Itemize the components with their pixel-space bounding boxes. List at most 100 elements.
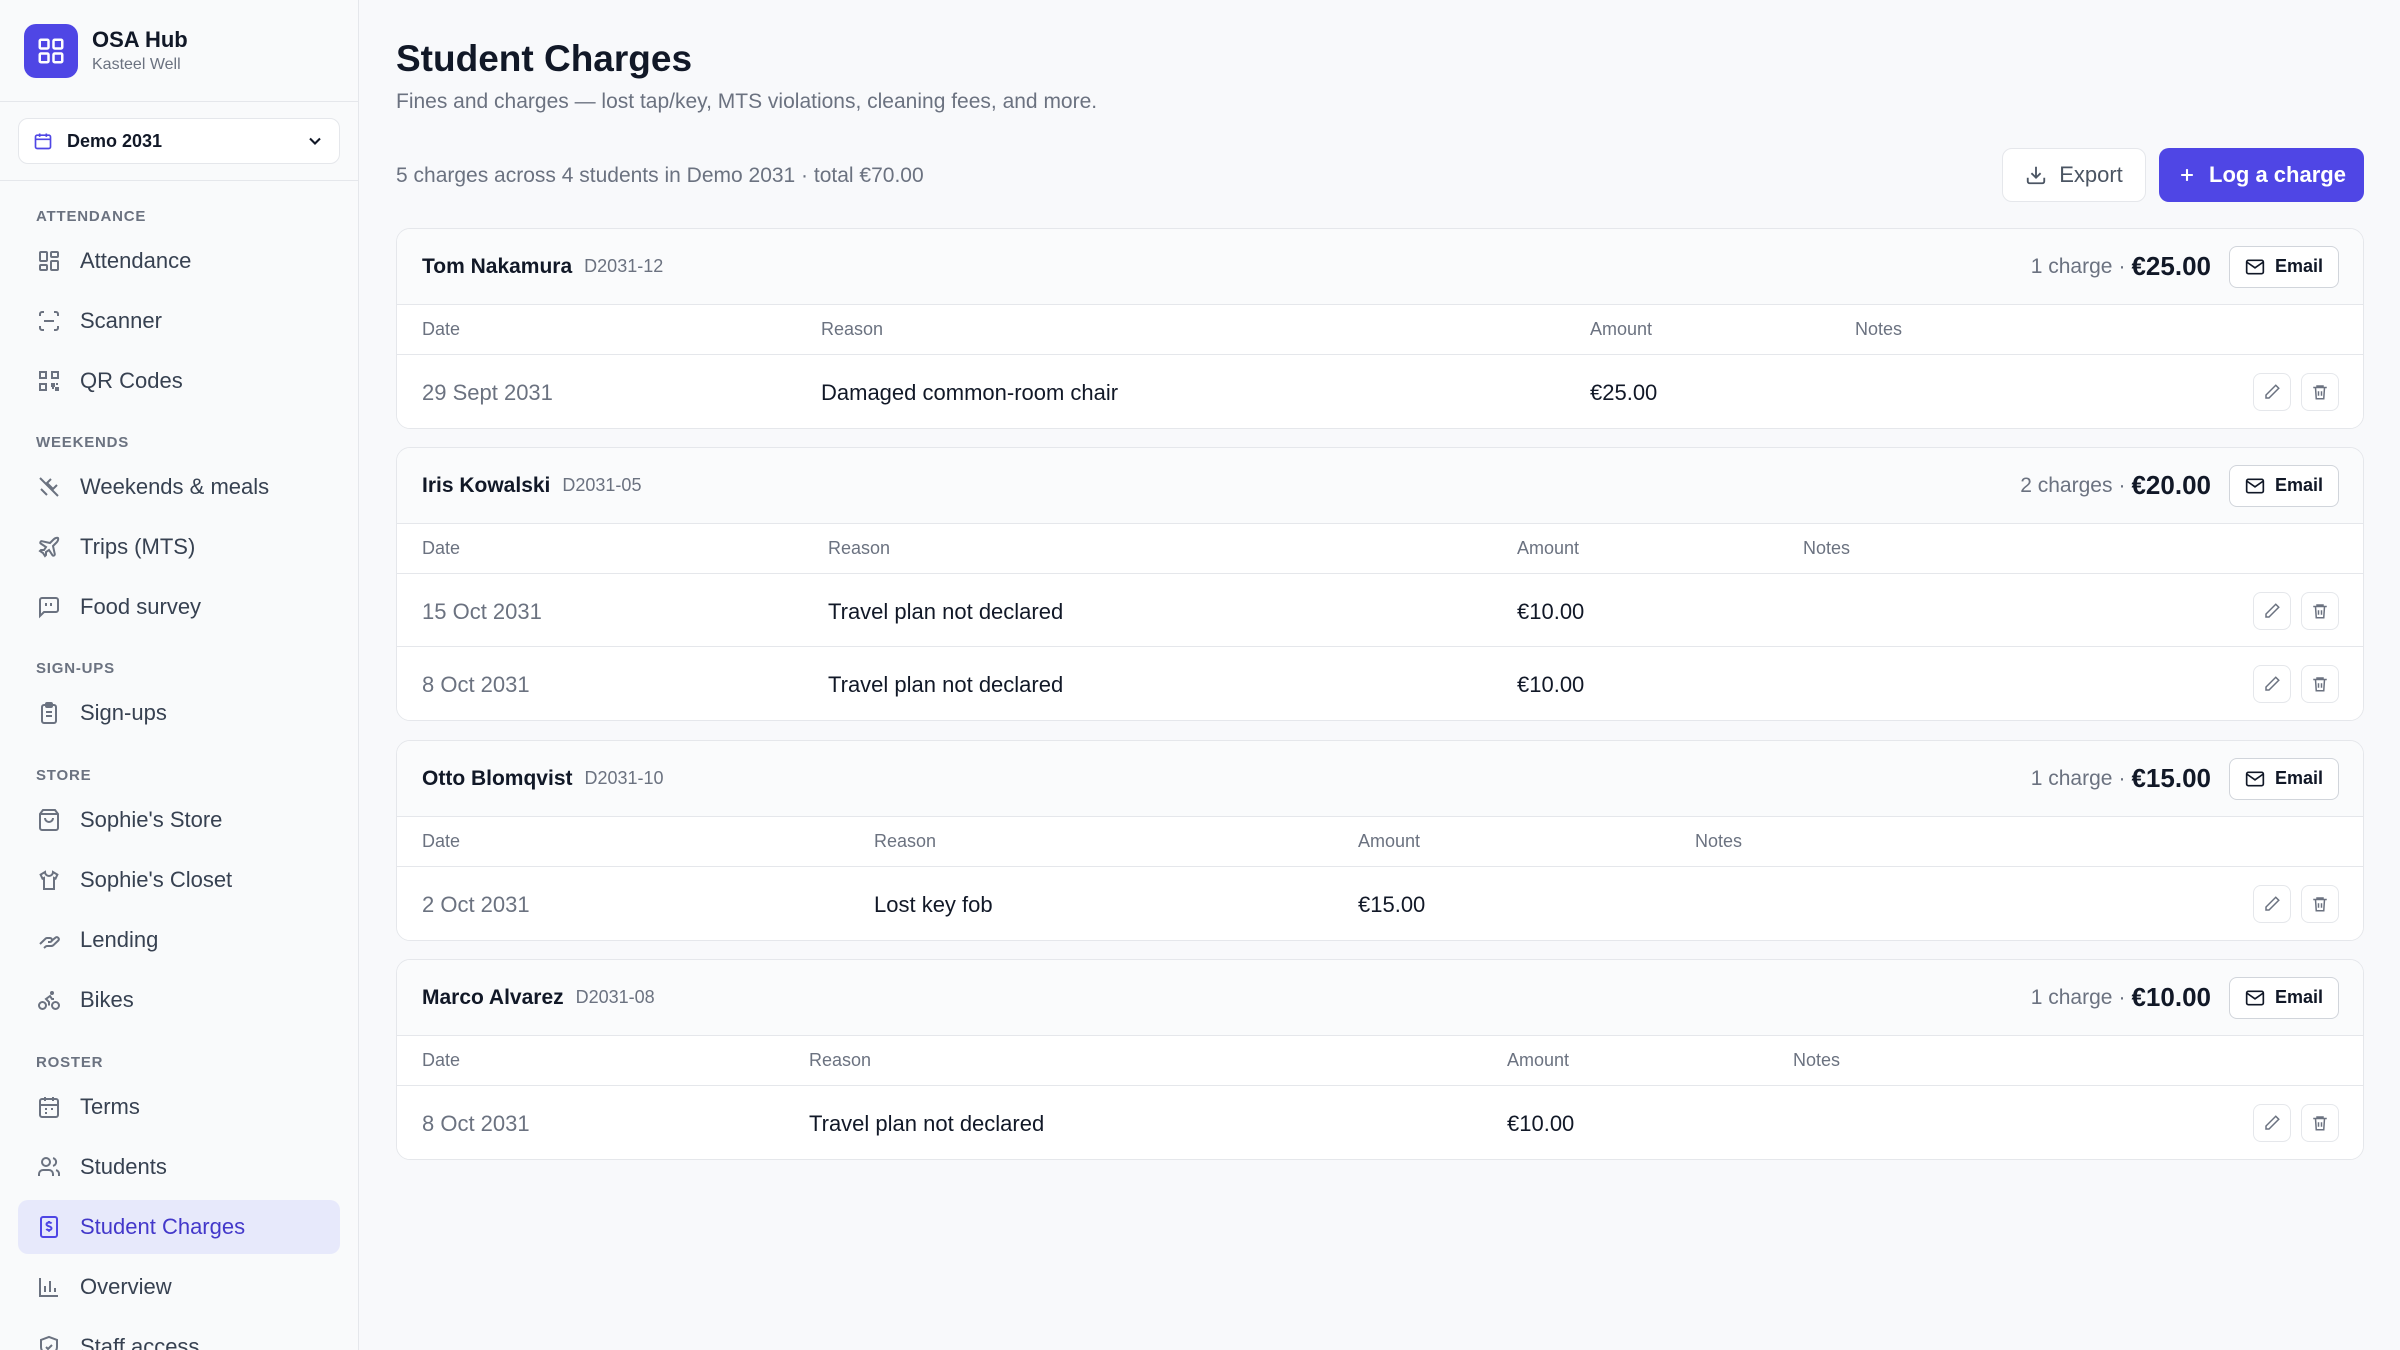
column-header-amount: Amount (1507, 1050, 1570, 1070)
student-charge-card: Otto Blomqvist D2031-10 1 charge · €15.0… (396, 740, 2364, 941)
delete-button[interactable] (2301, 1104, 2339, 1142)
nav-item-sophies-store[interactable]: Sophie's Store (18, 793, 340, 847)
column-header-notes: Notes (1803, 538, 1851, 558)
separator-dot: · (2118, 473, 2126, 497)
pencil-icon (2263, 383, 2281, 401)
column-header-date: Date (422, 831, 461, 851)
nav-item-students[interactable]: Students (18, 1140, 340, 1194)
student-charge-card: Tom Nakamura D2031-12 1 charge · €25.00 … (396, 228, 2364, 429)
delete-button[interactable] (2301, 665, 2339, 703)
shield-icon (36, 1334, 62, 1350)
nav-item-label: Weekends & meals (80, 474, 270, 499)
student-name: Iris Kowalski (422, 473, 551, 497)
edit-button[interactable] (2253, 373, 2291, 411)
nav-item-bikes[interactable]: Bikes (18, 973, 340, 1027)
email-button[interactable]: Email (2229, 976, 2339, 1019)
charge-amount: €15.00 (1358, 892, 1426, 917)
nav-section-roster: ROSTER (36, 1054, 104, 1071)
nav-item-label: QR Codes (80, 368, 183, 393)
pencil-icon (2263, 602, 2281, 620)
users-icon (36, 1154, 62, 1180)
edit-button[interactable] (2253, 592, 2291, 630)
charge-date: 8 Oct 2031 (422, 672, 530, 697)
charges-summary: 5 charges across 4 students in Demo 2031… (396, 164, 924, 187)
student-name: Marco Alvarez (422, 985, 564, 1009)
nav-item-label: Overview (80, 1274, 172, 1299)
nav-item-attendance[interactable]: Attendance (18, 234, 340, 288)
nav-item-trips[interactable]: Trips (MTS) (18, 520, 340, 574)
log-charge-button[interactable]: Log a charge (2159, 148, 2364, 202)
column-header-reason: Reason (821, 319, 884, 339)
nav-item-label: Trips (MTS) (80, 534, 196, 559)
column-header-notes: Notes (1793, 1050, 1841, 1070)
brand[interactable]: OSA Hub Kasteel Well (0, 0, 358, 102)
column-header-amount: Amount (1358, 831, 1421, 851)
nav-item-sign-ups[interactable]: Sign-ups (18, 686, 340, 740)
pencil-icon (2263, 1114, 2281, 1132)
charge-total: €15.00 (2131, 763, 2211, 793)
nav-item-label: Sophie's Closet (80, 867, 233, 892)
charge-amount: €10.00 (1517, 672, 1585, 697)
column-header-date: Date (422, 1050, 461, 1070)
nav-item-sophies-closet[interactable]: Sophie's Closet (18, 853, 340, 907)
delete-button[interactable] (2301, 373, 2339, 411)
qr-code-icon (36, 368, 62, 394)
log-charge-button-label: Log a charge (2209, 162, 2346, 187)
column-header-amount: Amount (1590, 319, 1653, 339)
charge-reason: Damaged common-room chair (821, 380, 1119, 405)
column-header-reason: Reason (809, 1050, 872, 1070)
nav-item-label: Sophie's Store (80, 807, 223, 832)
nav-item-weekends-meals[interactable]: Weekends & meals (18, 460, 340, 514)
bike-icon (36, 987, 62, 1013)
edit-button[interactable] (2253, 1104, 2291, 1142)
edit-button[interactable] (2253, 885, 2291, 923)
email-button[interactable]: Email (2229, 464, 2339, 507)
table-header: Date Reason Amount Notes (397, 524, 2363, 574)
column-header-date: Date (422, 538, 461, 558)
charge-total: €20.00 (2131, 470, 2211, 500)
main-content: Student Charges Fines and charges — lost… (360, 0, 2400, 1350)
email-button[interactable]: Email (2229, 245, 2339, 288)
shopping-bag-icon (36, 807, 62, 833)
utensils-icon (36, 474, 62, 500)
card-header: Otto Blomqvist D2031-10 1 charge · €15.0… (397, 741, 2363, 817)
nav-item-lending[interactable]: Lending (18, 913, 340, 967)
charge-date: 2 Oct 2031 (422, 892, 530, 917)
email-button-label: Email (2274, 768, 2324, 788)
table-row: 8 Oct 2031 Travel plan not declared €10.… (397, 1086, 2363, 1159)
nav-item-label: Staff access (80, 1334, 200, 1350)
nav-item-terms[interactable]: Terms (18, 1080, 340, 1134)
column-header-date: Date (422, 319, 461, 339)
nav-item-student-charges[interactable]: Student Charges (18, 1200, 340, 1254)
delete-button[interactable] (2301, 885, 2339, 923)
column-header-notes: Notes (1695, 831, 1743, 851)
export-button[interactable]: Export (2002, 148, 2146, 202)
student-id: D2031-08 (575, 987, 655, 1007)
nav-item-label: Attendance (80, 248, 192, 273)
calendar-icon (33, 131, 53, 151)
charge-amount: €10.00 (1507, 1111, 1575, 1136)
nav-item-scanner[interactable]: Scanner (18, 294, 340, 348)
delete-button[interactable] (2301, 592, 2339, 630)
table-header: Date Reason Amount Notes (397, 1036, 2363, 1086)
receipt-icon (36, 1214, 62, 1240)
export-button-label: Export (2059, 162, 2123, 187)
email-button[interactable]: Email (2229, 757, 2339, 800)
pencil-icon (2263, 675, 2281, 693)
edit-button[interactable] (2253, 665, 2291, 703)
charge-amount: €10.00 (1517, 599, 1585, 624)
nav-item-qr-codes[interactable]: QR Codes (18, 354, 340, 408)
mail-icon (2245, 257, 2265, 277)
bar-chart-icon (36, 1274, 62, 1300)
plus-icon (2177, 165, 2197, 185)
nav-item-staff-access[interactable]: Staff access (18, 1320, 340, 1350)
nav-item-overview[interactable]: Overview (18, 1260, 340, 1314)
grid-icon (36, 248, 62, 274)
student-id: D2031-05 (562, 475, 642, 495)
nav-item-food-survey[interactable]: Food survey (18, 580, 340, 634)
term-selector[interactable]: Demo 2031 (18, 118, 340, 164)
page-subtitle: Fines and charges — lost tap/key, MTS vi… (396, 90, 1098, 113)
email-button-label: Email (2274, 475, 2324, 495)
clipboard-icon (36, 700, 62, 726)
nav-item-label: Bikes (80, 987, 134, 1012)
